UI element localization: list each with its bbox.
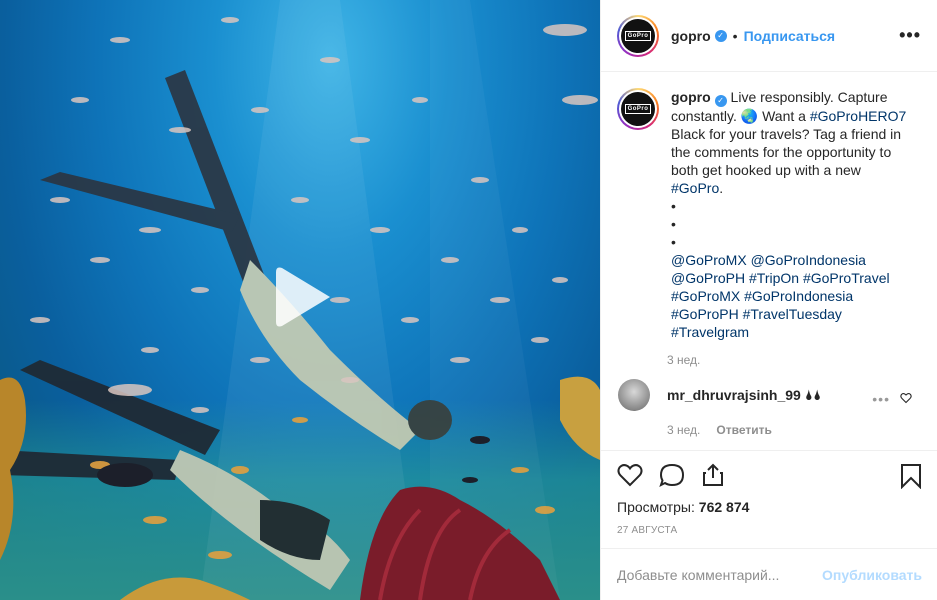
comment-text: mr_dhruvrajsinh_99 🌢🌢	[667, 387, 822, 404]
hashtag-link[interactable]: #TravelTuesday	[743, 306, 842, 322]
hashtag-link[interactable]: #GoProHERO7	[810, 108, 906, 124]
verified-badge-icon: ✓	[714, 95, 727, 107]
separator: •	[732, 27, 738, 44]
tag-line: #GoProPH #TravelTuesday	[671, 305, 911, 323]
commenter-username[interactable]: mr_dhruvrajsinh_99	[667, 387, 801, 403]
share-icon[interactable]	[701, 463, 725, 487]
comment-meta: 3 нед. Ответить	[667, 423, 922, 437]
comment-input[interactable]	[617, 566, 823, 583]
caption-age[interactable]: 3 нед.	[667, 353, 922, 367]
caption-body-3: .	[719, 180, 724, 196]
views-count: Просмотры: 762 874	[617, 499, 922, 515]
author-avatar[interactable]: GoPro	[617, 14, 659, 57]
caption-text: gopro ✓ Live responsibly. Capture constan…	[671, 88, 911, 341]
comments-section: GoPro gopro ✓ Live responsibly. Capture c…	[601, 72, 937, 450]
tag-line: #GoProMX #GoProIndonesia	[671, 287, 911, 305]
caption-bullet: •	[671, 216, 676, 232]
follow-button[interactable]: Подписаться	[744, 28, 836, 44]
heart-icon[interactable]	[617, 463, 643, 487]
tag-line: @GoProPH #TripOn #GoProTravel	[671, 269, 911, 287]
hashtag-link[interactable]: #GoProPH	[671, 306, 739, 322]
caption: GoPro gopro ✓ Live responsibly. Capture c…	[617, 88, 922, 341]
post-actions: Просмотры: 762 874 27 АВГУСТА	[601, 450, 937, 536]
bookmark-icon[interactable]	[900, 463, 922, 492]
comment-age[interactable]: 3 нед.	[667, 423, 700, 437]
comment-tools: •••	[872, 391, 912, 407]
hashtag-link[interactable]: #GoProIndonesia	[744, 288, 853, 304]
caption-avatar[interactable]: GoPro	[617, 88, 659, 130]
post-details-panel: GoPro gopro ✓ • Подписаться ••• GoPro go…	[600, 0, 937, 600]
caption-bullet: •	[671, 198, 676, 214]
tag-line: #Travelgram	[671, 323, 911, 341]
gopro-logo: GoPro	[624, 104, 652, 114]
more-options-icon[interactable]: •••	[899, 26, 921, 44]
reply-button[interactable]: Ответить	[716, 423, 771, 437]
post-date[interactable]: 27 АВГУСТА	[617, 525, 922, 536]
verified-badge-icon: ✓	[714, 29, 727, 42]
hashtag-link[interactable]: #TripOn	[749, 270, 799, 286]
hashtag-link[interactable]: #GoProMX	[671, 288, 740, 304]
mention-link[interactable]: @GoProMX	[671, 252, 747, 268]
add-comment-bar: Опубликовать	[601, 548, 937, 600]
comment-options-icon[interactable]: •••	[872, 391, 890, 407]
publish-button[interactable]: Опубликовать	[822, 567, 922, 583]
play-icon[interactable]	[268, 262, 338, 332]
like-comment-heart-icon[interactable]	[900, 391, 912, 407]
post-header: GoPro gopro ✓ • Подписаться •••	[601, 0, 937, 72]
gopro-logo: GoPro	[624, 30, 652, 41]
views-number: 762 874	[698, 499, 750, 515]
caption-username[interactable]: gopro	[671, 89, 711, 105]
views-label: Просмотры:	[617, 499, 695, 515]
author-username[interactable]: gopro	[671, 28, 711, 44]
comment-icon[interactable]	[659, 463, 685, 487]
caption-body-2: Black for your travels? Tag a friend in …	[671, 126, 902, 178]
hashtag-link[interactable]: #GoProTravel	[803, 270, 890, 286]
caption-bullet: •	[671, 234, 676, 250]
action-icons	[617, 451, 922, 499]
hashtag-link[interactable]: #GoPro	[671, 180, 719, 196]
hashtag-link[interactable]: #Travelgram	[671, 324, 749, 340]
commenter-avatar[interactable]	[618, 379, 650, 411]
mention-link[interactable]: @GoProPH	[671, 270, 745, 286]
mention-link[interactable]: @GoProIndonesia	[751, 252, 866, 268]
tag-line: @GoProMX @GoProIndonesia	[671, 251, 911, 269]
comment-body: 🌢🌢	[804, 387, 822, 403]
comment-item: mr_dhruvrajsinh_99 🌢🌢 •••	[617, 379, 922, 411]
post-video[interactable]	[0, 0, 600, 600]
